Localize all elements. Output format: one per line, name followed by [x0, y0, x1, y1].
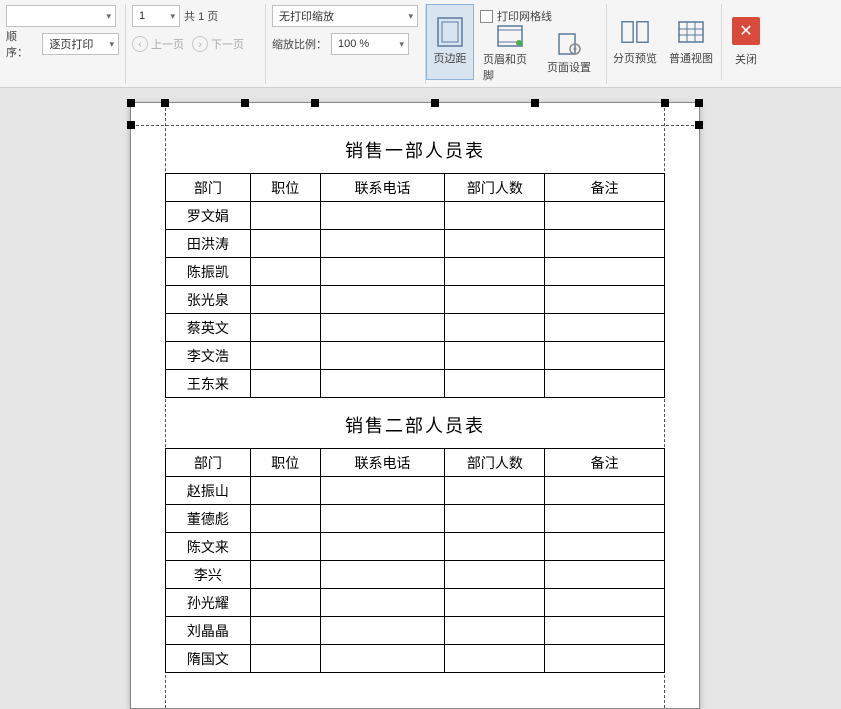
table-row: 李兴: [166, 561, 665, 589]
page-break-icon: [621, 18, 649, 46]
table2-title: 销售二部人员表: [165, 412, 665, 438]
table-row: 罗文娟: [166, 202, 665, 230]
table-row: 刘晶晶: [166, 617, 665, 645]
table-row: 陈文来: [166, 533, 665, 561]
page-setup-button[interactable]: 页面设置: [542, 28, 596, 80]
header-footer-icon: [496, 25, 524, 47]
scale-mode-dropdown[interactable]: 无打印缩放▾: [272, 5, 418, 27]
unknown-dropdown-1[interactable]: ▾: [6, 5, 116, 27]
page-break-preview-button[interactable]: 分页预览: [607, 4, 663, 80]
page-total: 共 1 页: [184, 8, 218, 24]
table-row: 董德彪: [166, 505, 665, 533]
margins-button[interactable]: 页边距: [426, 4, 474, 80]
page-setup-icon: [555, 33, 583, 55]
table2: 部门 职位 联系电话 部门人数 备注 赵振山董德彪陈文来李兴孙光耀刘晶晶隋国文: [165, 448, 665, 673]
table1-title: 销售一部人员表: [165, 137, 665, 163]
page-number-input[interactable]: 1▾: [132, 5, 180, 27]
table2-header-row: 部门 职位 联系电话 部门人数 备注: [166, 449, 665, 477]
header-footer-button[interactable]: 页眉和页脚: [480, 28, 540, 80]
table-row: 孙光耀: [166, 589, 665, 617]
close-icon: ✕: [739, 21, 752, 41]
table-row: 蔡英文: [166, 314, 665, 342]
table-row: 隋国文: [166, 645, 665, 673]
table-row: 田洪涛: [166, 230, 665, 258]
toolbar: ▾ 顺序： 逐页打印▾ 1▾ 共 1 页 ‹上一页 ›下一页: [0, 0, 841, 88]
normal-view-button[interactable]: 普通视图: [663, 4, 719, 80]
close-label: 关闭: [735, 51, 757, 67]
zoom-dropdown[interactable]: 100 %▾: [331, 33, 409, 55]
table-row: 陈振凯: [166, 258, 665, 286]
table1-header-row: 部门 职位 联系电话 部门人数 备注: [166, 174, 665, 202]
next-page-button[interactable]: ›下一页: [192, 36, 244, 52]
close-button[interactable]: ✕: [732, 17, 760, 45]
table-row: 李文浩: [166, 342, 665, 370]
zoom-label: 缩放比例：: [272, 36, 327, 52]
print-order-dropdown[interactable]: 逐页打印▾: [42, 33, 119, 55]
preview-workspace: 销售一部人员表 部门 职位 联系电话 部门人数 备注 罗文娟田洪涛陈振凯张光泉蔡…: [0, 88, 841, 709]
table1: 部门 职位 联系电话 部门人数 备注 罗文娟田洪涛陈振凯张光泉蔡英文李文浩王东来: [165, 173, 665, 398]
grid-icon: [677, 18, 705, 46]
order-label: 顺序：: [6, 28, 38, 60]
margins-icon: [436, 18, 464, 46]
table-row: 张光泉: [166, 286, 665, 314]
table-row: 赵振山: [166, 477, 665, 505]
prev-page-button[interactable]: ‹上一页: [132, 36, 184, 52]
table-row: 王东来: [166, 370, 665, 398]
page-preview: 销售一部人员表 部门 职位 联系电话 部门人数 备注 罗文娟田洪涛陈振凯张光泉蔡…: [130, 102, 700, 709]
